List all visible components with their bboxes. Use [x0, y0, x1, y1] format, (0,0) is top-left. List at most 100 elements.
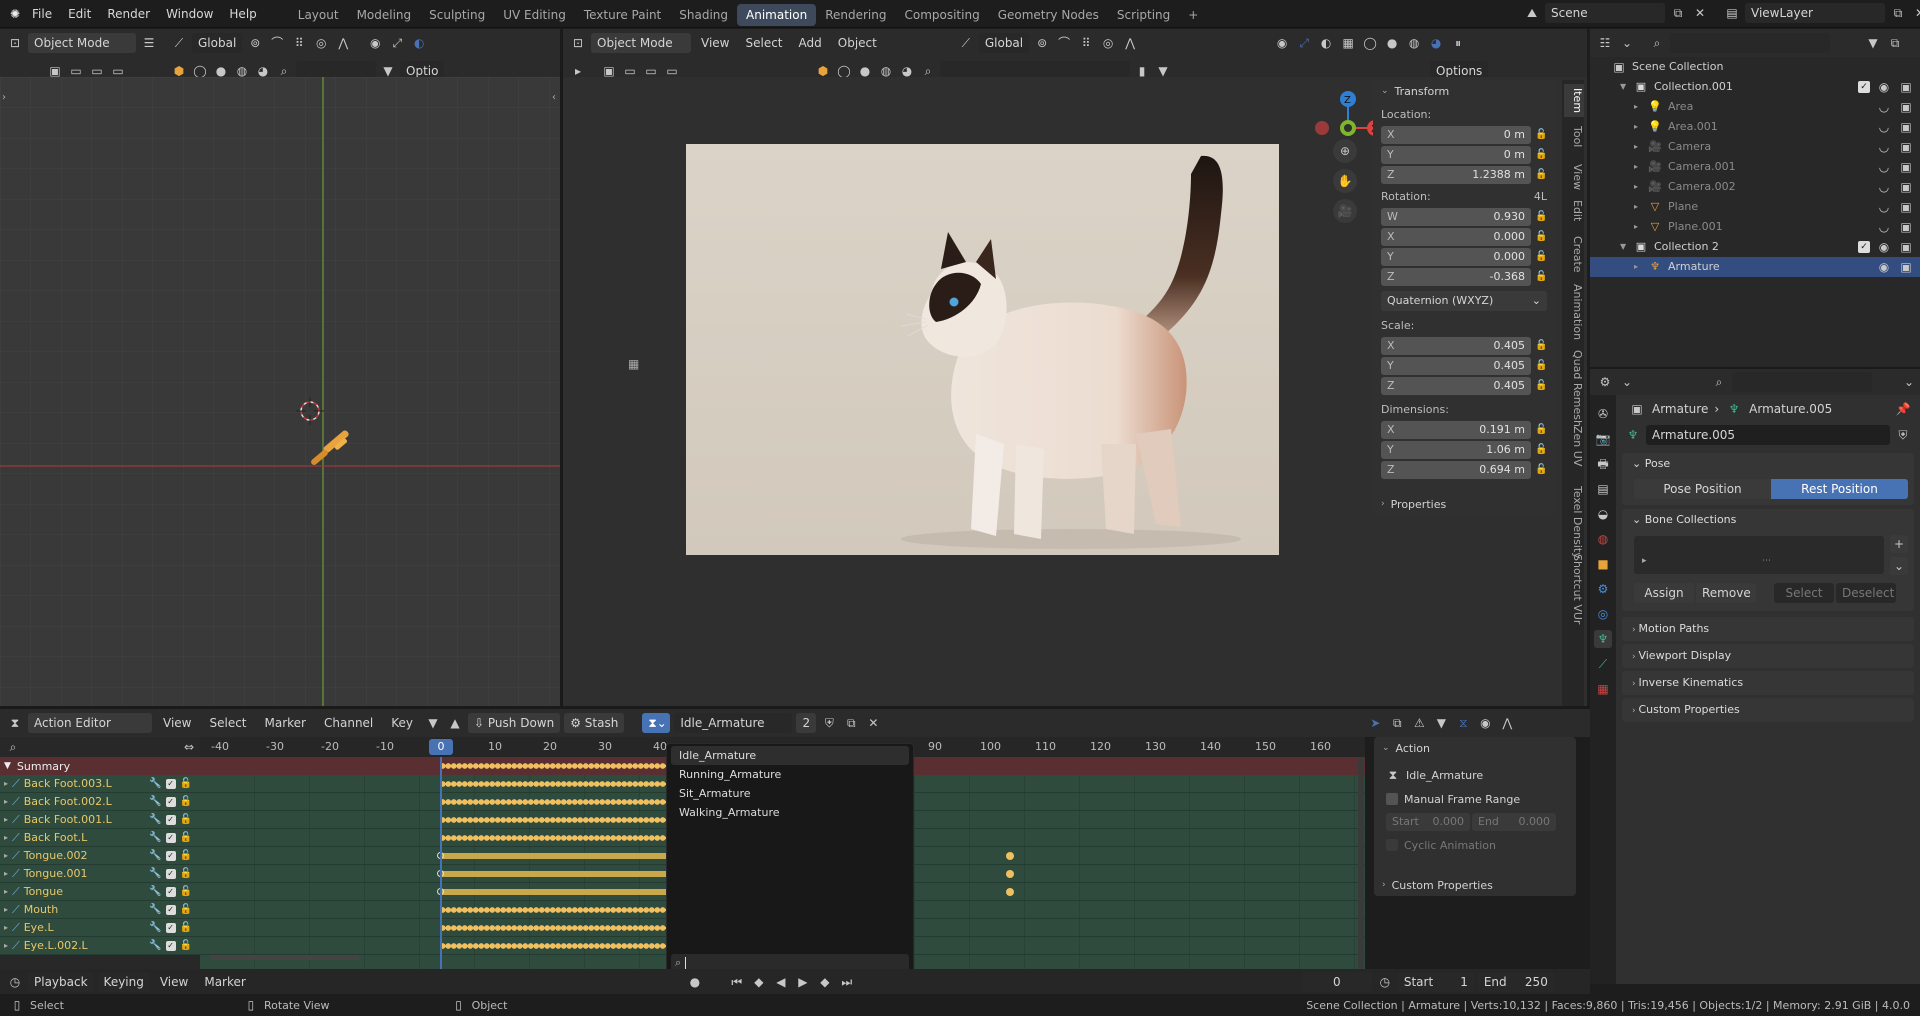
main-menu-view[interactable]: View: [695, 36, 735, 50]
main-shade-wire-icon[interactable]: ◯: [1361, 34, 1379, 52]
render-camera-icon[interactable]: ▣: [1898, 158, 1914, 176]
vertical-scrollbar[interactable]: [1358, 757, 1364, 969]
action-name-field[interactable]: Idle_Armature: [674, 713, 793, 733]
visibility-eye-icon[interactable]: ◡: [1876, 98, 1892, 116]
menu-edit[interactable]: Edit: [60, 0, 99, 28]
tab-texture-paint[interactable]: Texture Paint: [575, 4, 670, 26]
modifier-wrench-icon[interactable]: 🔧: [149, 832, 161, 843]
main-shade-solid-icon[interactable]: ●: [1383, 34, 1401, 52]
playback-menu[interactable]: Playback: [28, 971, 94, 992]
sidebar-tab-shortcut-vur[interactable]: Shortcut VUr: [1564, 550, 1584, 628]
channel-enable-checkbox[interactable]: ✓: [165, 778, 176, 789]
tab-animation[interactable]: Animation: [737, 4, 817, 26]
rotation-y-field[interactable]: Y 0.000: [1381, 248, 1531, 266]
outliner-item[interactable]: ▸ ▽ Plane ◡ ▣: [1590, 197, 1920, 217]
properties-collapsed-panel[interactable]: › Properties: [1373, 492, 1555, 516]
fake-user-icon[interactable]: ⛨: [820, 714, 838, 732]
armature-data-icon[interactable]: ♆: [1624, 426, 1642, 444]
lock-icon[interactable]: 🔓: [1535, 228, 1547, 246]
channel-enable-checkbox[interactable]: ✓: [165, 850, 176, 861]
bone-collections-list[interactable]: ▸ ⋯: [1634, 536, 1884, 574]
lock-icon[interactable]: 🔓: [1535, 421, 1547, 439]
keyframe[interactable]: [1006, 888, 1014, 896]
pose-section-title[interactable]: ⌄ Pose: [1622, 453, 1914, 475]
channel-row[interactable]: ▸ ⟋ Back Foot.003.L 🔧 ✓ 🔓: [0, 775, 200, 793]
pause-icon[interactable]: ⏸: [1449, 34, 1467, 52]
channel-row[interactable]: ▸ ⟋ Back Foot.001.L 🔧 ✓ 🔓: [0, 811, 200, 829]
action-editor-mode-dropdown[interactable]: Action Editor: [28, 713, 152, 733]
channel-lock-icon[interactable]: 🔓: [180, 868, 192, 879]
lock-icon[interactable]: 🔓: [1535, 208, 1547, 226]
tab-rendering[interactable]: Rendering: [816, 4, 895, 26]
snap-icon[interactable]: ⌒: [268, 34, 286, 52]
orientation-icon[interactable]: ⟋: [170, 34, 188, 52]
world-tab-icon[interactable]: ◍: [1594, 530, 1612, 548]
output-tab-icon[interactable]: 🖶: [1594, 455, 1612, 473]
camera-frame-icon[interactable]: ▦: [628, 357, 639, 371]
expand-arrow-icon[interactable]: ▸: [1634, 217, 1642, 237]
ae-snap-icon[interactable]: ⧖: [1454, 714, 1472, 732]
zoom-icon[interactable]: ⊕: [1333, 139, 1357, 163]
scale-z-field[interactable]: Z 0.405: [1381, 377, 1531, 395]
visibility-eye-icon[interactable]: ◉: [1876, 258, 1892, 276]
outliner-item[interactable]: ▸ ▽ Plane.001 ◡ ▣: [1590, 217, 1920, 237]
left-orientation-dropdown[interactable]: Global: [192, 33, 243, 53]
channel-expand-icon[interactable]: ▸: [4, 887, 8, 896]
unlink-action-icon[interactable]: ✕: [864, 714, 882, 732]
channel-expand-icon[interactable]: ▸: [4, 923, 8, 932]
bone-collection-menu-icon[interactable]: ⌄: [1890, 557, 1908, 575]
channel-expand-icon[interactable]: ▸: [4, 941, 8, 950]
ae-menu-marker[interactable]: Marker: [258, 716, 313, 730]
exclude-checkbox[interactable]: ✓: [1858, 241, 1870, 253]
view-layer-name-field[interactable]: ViewLayer: [1745, 3, 1885, 23]
properties-editor-icon[interactable]: ⚙: [1596, 373, 1614, 391]
lock-icon[interactable]: 🔓: [1535, 268, 1547, 286]
menu-render[interactable]: Render: [99, 0, 158, 28]
render-camera-icon[interactable]: ▣: [1898, 178, 1914, 196]
channel-lock-icon[interactable]: 🔓: [180, 832, 192, 843]
expand-arrow-icon[interactable]: ▼: [1620, 237, 1628, 257]
bone-collections-title[interactable]: ⌄ Bone Collections: [1622, 509, 1914, 531]
physics-tab-icon[interactable]: ◎: [1594, 605, 1612, 623]
render-camera-icon[interactable]: ▣: [1898, 78, 1914, 96]
channel-lock-icon[interactable]: 🔓: [180, 922, 192, 933]
tab-shading[interactable]: Shading: [670, 4, 737, 26]
channel-expand-icon[interactable]: ▸: [4, 851, 8, 860]
editor-type-icon[interactable]: ⊡: [6, 34, 24, 52]
lock-icon[interactable]: 🔓: [1535, 146, 1547, 164]
channel-row[interactable]: ▸ ⟋ Mouth 🔧 ✓ 🔓: [0, 901, 200, 919]
channel-enable-checkbox[interactable]: ✓: [165, 832, 176, 843]
main-gizmo-icon[interactable]: ⤢: [1295, 34, 1313, 52]
start-frame-field[interactable]: Start 0.000: [1386, 813, 1470, 831]
rest-position-button[interactable]: Rest Position: [1771, 479, 1908, 499]
scale-y-field[interactable]: Y 0.405: [1381, 357, 1531, 375]
modifier-wrench-icon[interactable]: 🔧: [149, 778, 161, 789]
ae-menu-view[interactable]: View: [156, 716, 198, 730]
tab-compositing[interactable]: Compositing: [895, 4, 988, 26]
current-frame-field[interactable]: 0: [1301, 971, 1372, 992]
sidebar-tab-item[interactable]: Item: [1564, 84, 1584, 118]
scale-x-field[interactable]: X 0.405: [1381, 337, 1531, 355]
play-icon[interactable]: ▶: [794, 973, 812, 991]
sidebar-tab-quad-remesh[interactable]: Quad Remesh: [1564, 346, 1584, 431]
exclude-checkbox[interactable]: ✓: [1858, 81, 1870, 93]
show-hidden-icon[interactable]: ⧉: [1388, 714, 1406, 732]
bone-tab-icon[interactable]: ⟋: [1594, 655, 1612, 673]
main-proportional-icon[interactable]: ◎: [1099, 34, 1117, 52]
pose-position-button[interactable]: Pose Position: [1634, 479, 1771, 499]
visibility-eye-icon[interactable]: ◡: [1876, 198, 1892, 216]
render-camera-icon[interactable]: ▣: [1898, 218, 1914, 236]
pivot-icon[interactable]: ⊚: [246, 34, 264, 52]
armature-data-tab-icon[interactable]: ♆: [1594, 630, 1612, 648]
channel-row[interactable]: ▸ ⟋ Back Foot.002.L 🔧 ✓ 🔓: [0, 793, 200, 811]
expand-arrow-icon[interactable]: ▸: [1634, 97, 1642, 117]
manual-frame-range-checkbox[interactable]: [1386, 793, 1398, 805]
main-visibility-icon[interactable]: ◉: [1273, 34, 1291, 52]
tab-sculpting[interactable]: Sculpting: [420, 4, 494, 26]
modifier-wrench-icon[interactable]: 🔧: [149, 940, 161, 951]
lock-icon[interactable]: 🔓: [1535, 248, 1547, 266]
render-camera-icon[interactable]: ▣: [1898, 238, 1914, 256]
expand-arrow-icon[interactable]: ›: [2, 92, 6, 103]
sidebar-tab-animation[interactable]: Animation: [1564, 280, 1584, 344]
modifier-wrench-icon[interactable]: 🔧: [149, 796, 161, 807]
